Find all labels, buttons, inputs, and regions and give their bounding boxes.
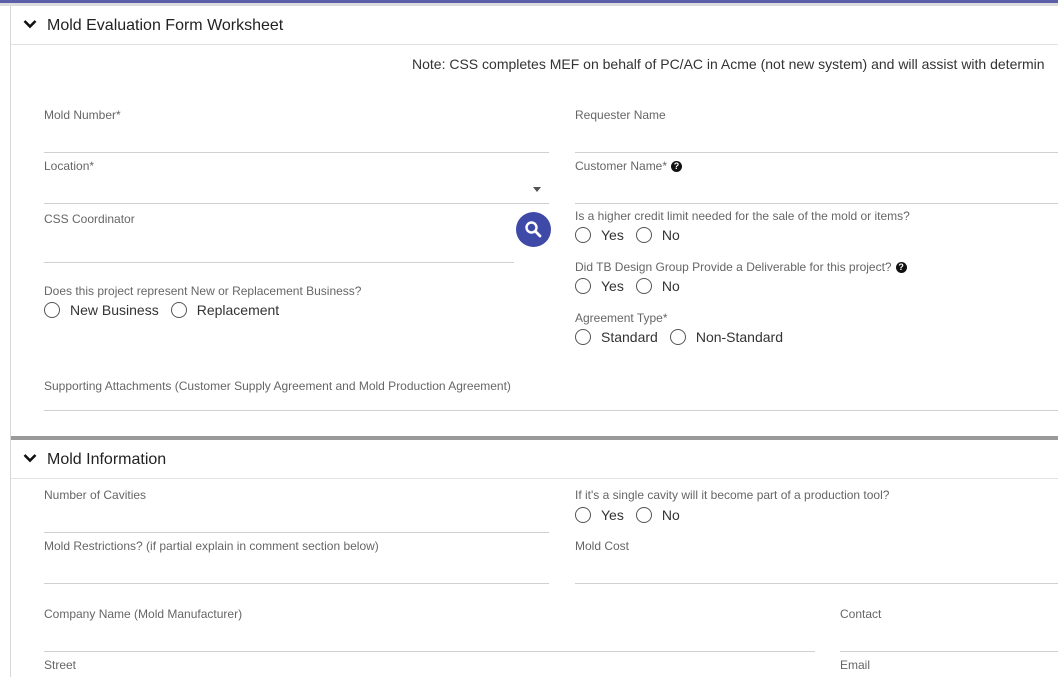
restrictions-label: Mold Restrictions? (if partial explain i… <box>44 539 379 553</box>
company-name-input[interactable] <box>44 651 815 652</box>
restrictions-input[interactable] <box>44 583 549 584</box>
replacement-option-label: Replacement <box>196 302 280 318</box>
company-name-label: Company Name (Mold Manufacturer) <box>44 607 243 621</box>
section-header-mef[interactable]: Mold Evaluation Form Worksheet <box>11 6 1058 45</box>
credit-limit-no-radio[interactable] <box>635 227 652 243</box>
help-circle-icon[interactable]: ? <box>671 161 683 172</box>
single-cavity-radio-group: Yes No <box>575 507 692 523</box>
location-label: Location* <box>44 159 95 173</box>
single-cavity-no-radio[interactable] <box>635 507 652 523</box>
section-title-mold-info: Mold Information <box>47 451 167 468</box>
requester-name-label: Requester Name <box>575 108 666 122</box>
mold-cost-input[interactable] <box>575 583 1058 584</box>
dropdown-arrow-icon[interactable] <box>533 187 541 192</box>
search-icon <box>525 221 542 238</box>
business-type-radio-group: New Business Replacement <box>44 302 291 318</box>
standard-radio[interactable] <box>575 329 591 345</box>
search-button[interactable] <box>516 212 551 247</box>
customer-name-input[interactable] <box>575 203 1058 204</box>
customer-name-label: Customer Name*? <box>575 159 683 173</box>
credit-limit-yes-radio[interactable] <box>575 227 591 243</box>
frame-left-border <box>10 6 11 677</box>
business-type-label: Does this project represent New or Repla… <box>44 284 362 298</box>
chevron-down-icon[interactable] <box>23 19 37 29</box>
css-coordinator-label: CSS Coordinator <box>44 212 135 226</box>
new-business-option-label: New Business <box>70 302 159 318</box>
tb-design-yes-radio[interactable] <box>575 278 591 294</box>
mold-cost-label: Mold Cost <box>575 539 630 553</box>
single-cavity-label: If it's a single cavity will it become p… <box>575 488 890 502</box>
chevron-down-icon[interactable] <box>23 453 37 463</box>
contact-input[interactable] <box>840 651 1058 652</box>
credit-limit-radio-group: Yes No <box>575 227 692 243</box>
tb-design-radio-group: Yes No <box>575 278 692 294</box>
section-title-mef: Mold Evaluation Form Worksheet <box>47 17 284 34</box>
tb-design-label: Did TB Design Group Provide a Deliverabl… <box>575 260 907 274</box>
contact-label: Contact <box>840 607 882 621</box>
attachments-label: Supporting Attachments (Customer Supply … <box>44 379 511 393</box>
tb-design-yes-label: Yes <box>601 278 624 294</box>
new-business-radio[interactable] <box>44 302 60 318</box>
attachments-input[interactable] <box>44 410 1058 411</box>
agreement-type-radio-group: Standard Non-Standard <box>575 329 795 345</box>
replacement-radio[interactable] <box>170 302 187 318</box>
cavities-label: Number of Cavities <box>44 488 147 502</box>
mold-number-input[interactable] <box>44 152 549 153</box>
mold-number-label: Mold Number* <box>44 108 121 122</box>
tb-design-no-label: No <box>661 278 680 294</box>
cavities-input[interactable] <box>44 532 549 533</box>
location-select[interactable] <box>44 203 549 204</box>
non-standard-radio[interactable] <box>669 329 686 345</box>
single-cavity-yes-label: Yes <box>601 507 624 523</box>
help-circle-icon[interactable]: ? <box>895 262 907 273</box>
credit-limit-no-label: No <box>661 227 680 243</box>
credit-limit-yes-label: Yes <box>601 227 624 243</box>
css-coordinator-input[interactable] <box>44 262 514 263</box>
standard-option-label: Standard <box>601 329 658 345</box>
email-label: Email <box>840 658 871 672</box>
single-cavity-yes-radio[interactable] <box>575 507 591 523</box>
note-text: Note: CSS completes MEF on behalf of PC/… <box>412 56 1045 72</box>
agreement-type-label: Agreement Type* <box>575 311 668 325</box>
customer-name-label-text: Customer Name* <box>575 159 668 173</box>
credit-limit-label: Is a higher credit limit needed for the … <box>575 209 910 223</box>
section-header-mold-info[interactable]: Mold Information <box>11 440 1058 479</box>
street-label: Street <box>44 658 77 672</box>
tb-design-label-text: Did TB Design Group Provide a Deliverabl… <box>575 260 892 274</box>
tb-design-no-radio[interactable] <box>635 278 652 294</box>
non-standard-option-label: Non-Standard <box>695 329 783 345</box>
single-cavity-no-label: No <box>661 507 680 523</box>
requester-name-input[interactable] <box>575 152 1058 153</box>
